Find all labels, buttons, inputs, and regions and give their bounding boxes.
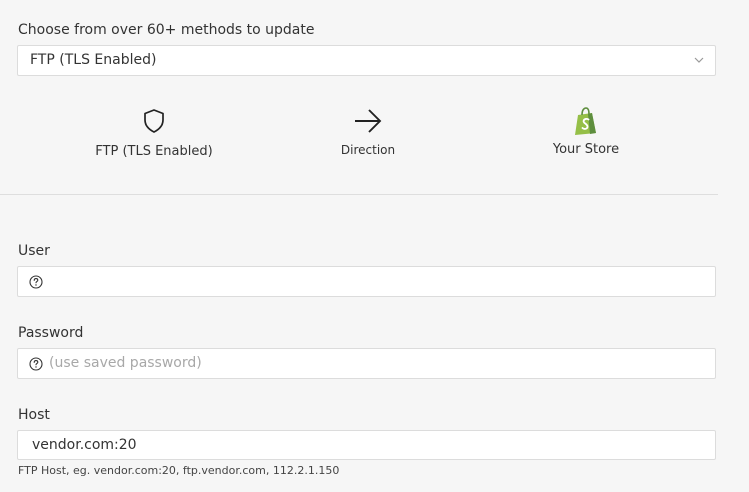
chevron-down-icon	[694, 57, 704, 63]
flow-target-label: Your Store	[552, 142, 620, 157]
host-hint: FTP Host, eg. vendor.com:20, ftp.vendor.…	[18, 464, 340, 477]
flow-direction-label: Direction	[340, 143, 396, 157]
method-select[interactable]: FTP (TLS Enabled)	[17, 45, 716, 76]
method-heading: Choose from over 60+ methods to update	[18, 22, 315, 38]
user-label: User	[18, 243, 50, 259]
arrow-right-icon	[355, 109, 382, 133]
flow-source: FTP (TLS Enabled)	[79, 108, 229, 159]
host-label: Host	[18, 407, 50, 423]
password-field[interactable]	[17, 348, 716, 379]
user-field[interactable]	[17, 266, 716, 297]
password-input[interactable]	[49, 349, 705, 377]
help-icon[interactable]	[29, 357, 43, 371]
flow-source-label: FTP (TLS Enabled)	[95, 144, 213, 159]
method-select-value: FTP (TLS Enabled)	[30, 52, 157, 68]
help-icon[interactable]	[29, 275, 43, 289]
user-input[interactable]	[48, 267, 705, 295]
flow-target: Your Store	[536, 106, 636, 157]
host-field[interactable]	[17, 430, 716, 460]
shopify-bag-icon	[575, 107, 596, 135]
flow-direction: Direction	[318, 108, 418, 157]
password-label: Password	[18, 325, 84, 341]
host-input[interactable]	[32, 431, 705, 459]
section-divider	[0, 194, 718, 195]
shield-icon	[144, 109, 164, 133]
